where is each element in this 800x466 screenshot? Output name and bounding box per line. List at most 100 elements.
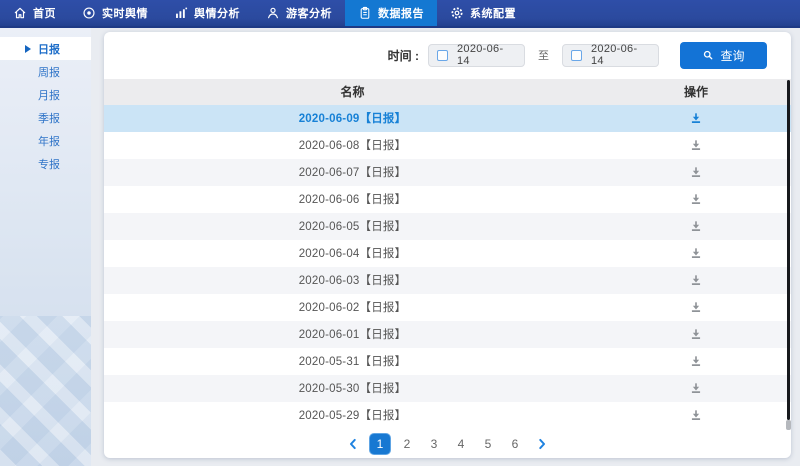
sidebar-item-3[interactable]: 月报 [0,83,91,106]
nav-item-label: 舆情分析 [194,5,240,21]
clipboard-icon [358,6,372,20]
row-actions [601,111,791,125]
download-icon[interactable] [689,246,703,260]
gear-icon [450,6,464,20]
sidebar-item-label: 月报 [38,87,60,103]
download-icon[interactable] [689,219,703,233]
download-icon[interactable] [689,165,703,179]
row-actions [601,354,791,368]
report-name-link[interactable]: 2020-05-31【日报】 [104,353,601,369]
next-page-button[interactable] [532,434,552,454]
report-name-link[interactable]: 2020-06-08【日报】 [104,137,601,153]
page-button-4[interactable]: 4 [451,434,471,454]
download-icon[interactable] [689,354,703,368]
start-date-input[interactable]: 2020-06-14 [428,44,525,67]
report-name-link[interactable]: 2020-05-29【日报】 [104,407,601,423]
sidebar-item-2[interactable]: 周报 [0,60,91,83]
report-name-link[interactable]: 2020-06-04【日报】 [104,245,601,261]
report-name-link[interactable]: 2020-06-02【日报】 [104,299,601,315]
active-item-arrow-icon [25,45,31,53]
pagination: 123456 [104,430,791,458]
report-name-link[interactable]: 2020-06-05【日报】 [104,218,601,234]
table-header: 名称 操作 [104,79,791,105]
table-row: 2020-06-02【日报】 [104,294,791,321]
calendar-icon [437,50,448,61]
filter-bar: 时间 : 2020-06-14 至 2020-06-14 查询 [104,32,791,79]
report-name-link[interactable]: 2020-06-07【日报】 [104,164,601,180]
table-row: 2020-06-09【日报】 [104,105,791,132]
sidebar-item-label: 日报 [38,41,60,57]
time-label: 时间 : [388,47,419,64]
download-icon[interactable] [689,138,703,152]
sidebar: 日报周报月报季报年报专报 [0,28,91,466]
prev-page-button[interactable] [343,434,363,454]
report-card: 时间 : 2020-06-14 至 2020-06-14 查询 名称 操作 20… [104,32,791,458]
main-content: 时间 : 2020-06-14 至 2020-06-14 查询 名称 操作 20… [91,28,800,466]
table-row: 2020-06-07【日报】 [104,159,791,186]
download-icon[interactable] [689,273,703,287]
page-button-2[interactable]: 2 [397,434,417,454]
end-date-input[interactable]: 2020-06-14 [562,44,659,67]
nav-item-label: 系统配置 [470,5,516,21]
sidebar-item-5[interactable]: 年报 [0,129,91,152]
query-button[interactable]: 查询 [680,42,767,69]
row-actions [601,273,791,287]
nav-item-5[interactable]: 数据报告 [345,0,437,26]
report-name-link[interactable]: 2020-06-06【日报】 [104,191,601,207]
sidebar-item-label: 季报 [38,110,60,126]
row-actions [601,246,791,260]
download-icon[interactable] [689,381,703,395]
download-icon[interactable] [689,408,703,422]
download-icon[interactable] [689,111,703,125]
row-actions [601,408,791,422]
end-date-value: 2020-06-14 [591,43,650,67]
nav-item-6[interactable]: 系统配置 [437,0,529,26]
nav-item-4[interactable]: 游客分析 [253,0,345,26]
sidebar-item-1[interactable]: 日报 [0,37,91,60]
table-row: 2020-06-01【日报】 [104,321,791,348]
sidebar-item-6[interactable]: 专报 [0,152,91,175]
row-actions [601,327,791,341]
report-name-link[interactable]: 2020-06-01【日报】 [104,326,601,342]
user-icon [266,6,280,20]
column-header-action: 操作 [601,83,791,100]
nav-item-1[interactable]: 首页 [0,0,69,26]
row-actions [601,192,791,206]
nav-item-3[interactable]: 舆情分析 [161,0,253,26]
sidebar-item-label: 周报 [38,64,60,80]
page-button-5[interactable]: 5 [478,434,498,454]
row-actions [601,138,791,152]
sidebar-item-label: 专报 [38,156,60,172]
download-icon[interactable] [689,192,703,206]
nav-item-2[interactable]: 实时舆情 [69,0,161,26]
chevron-left-icon [346,437,360,451]
bar-chart-icon [174,6,188,20]
sidebar-items: 日报周报月报季报年报专报 [0,28,91,175]
calendar-icon [571,50,582,61]
sidebar-item-4[interactable]: 季报 [0,106,91,129]
nav-item-label: 游客分析 [286,5,332,21]
row-actions [601,381,791,395]
page-button-3[interactable]: 3 [424,434,444,454]
table-row: 2020-06-08【日报】 [104,132,791,159]
table-scrollbar[interactable] [787,80,790,420]
report-name-link[interactable]: 2020-06-03【日报】 [104,272,601,288]
sidebar-item-label: 年报 [38,133,60,149]
table-row: 2020-05-31【日报】 [104,348,791,375]
report-name-link[interactable]: 2020-06-09【日报】 [104,110,601,126]
page-button-6[interactable]: 6 [505,434,525,454]
eye-icon [82,6,96,20]
download-icon[interactable] [689,300,703,314]
query-button-label: 查询 [720,47,744,64]
download-icon[interactable] [689,327,703,341]
table-row: 2020-05-30【日报】 [104,375,791,402]
row-actions [601,219,791,233]
table-row: 2020-06-05【日报】 [104,213,791,240]
home-icon [13,6,27,20]
row-actions [601,300,791,314]
report-name-link[interactable]: 2020-05-30【日报】 [104,380,601,396]
table-body: 2020-06-09【日报】 2020-06-08【日报】 2020-06-07… [104,105,791,429]
table-row: 2020-05-29【日报】 [104,402,791,429]
table-row: 2020-06-03【日报】 [104,267,791,294]
page-button-1[interactable]: 1 [370,434,390,454]
